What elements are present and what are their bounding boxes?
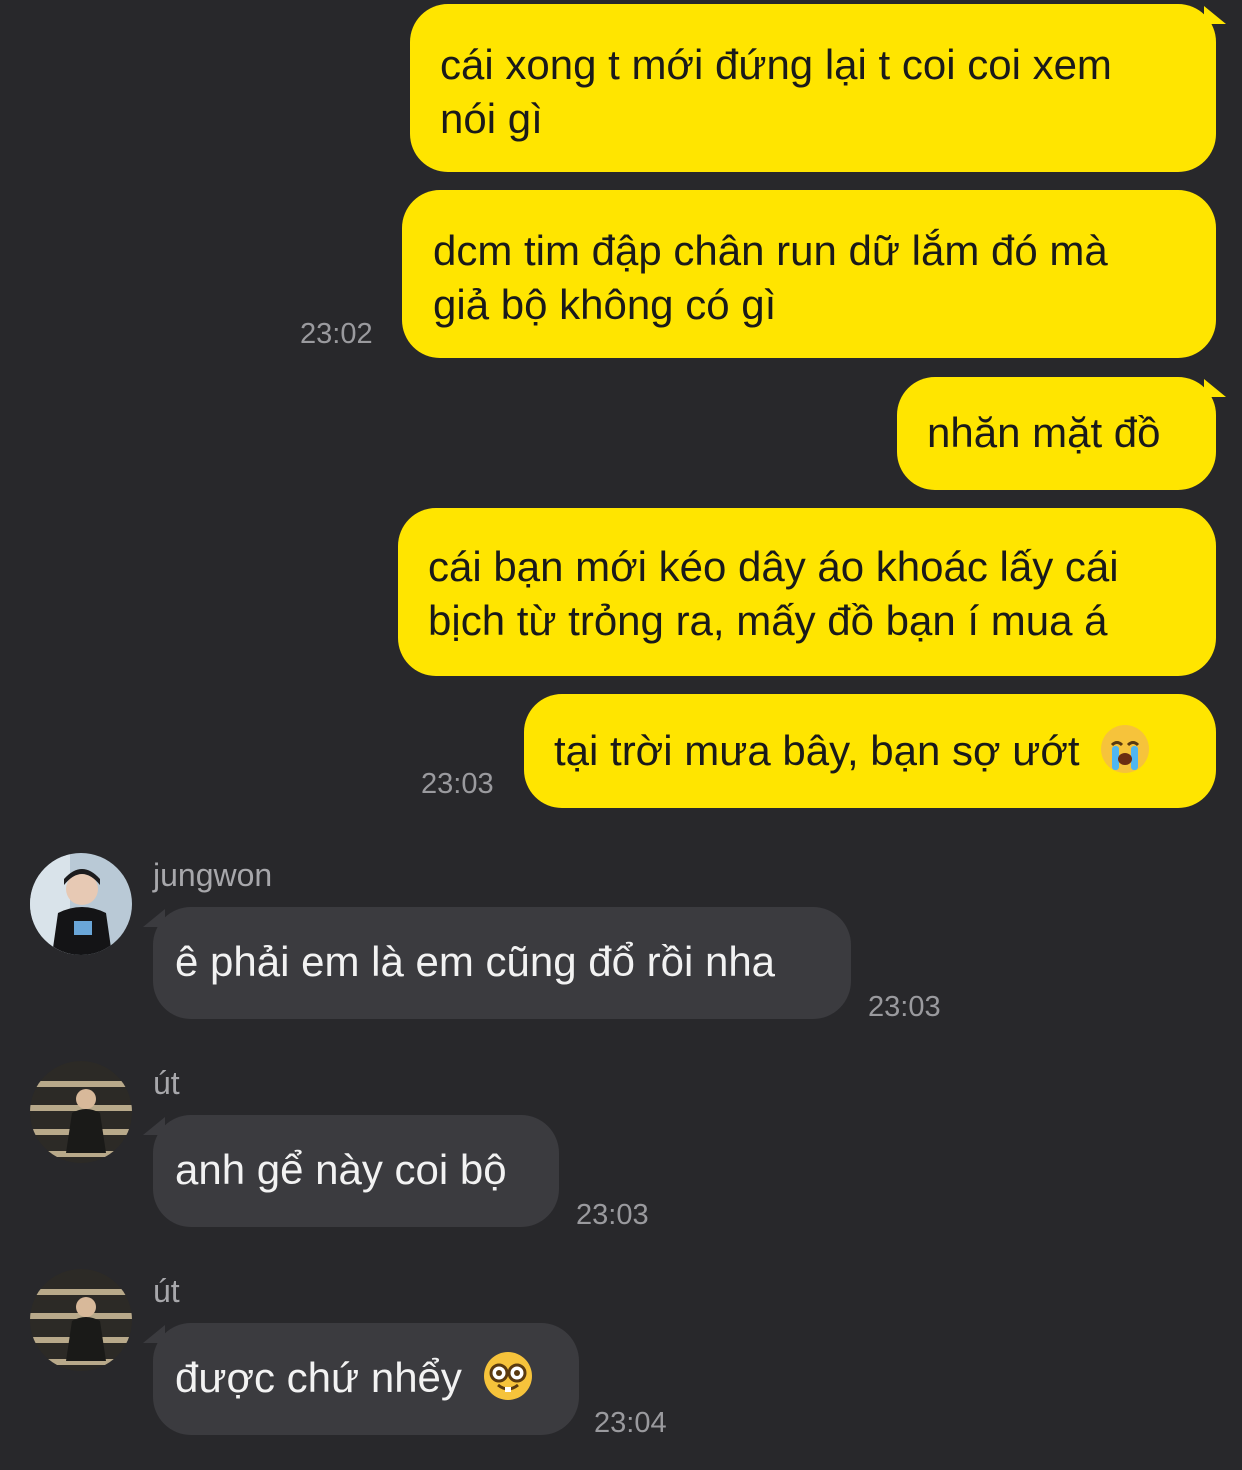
bubble-tail xyxy=(1204,379,1226,397)
sender-avatar[interactable] xyxy=(30,853,132,955)
outgoing-message-bubble[interactable]: tại trời mưa bây, bạn sợ ướt xyxy=(524,694,1216,808)
message-timestamp: 23:03 xyxy=(868,991,941,1023)
message-text-line: cái bạn mới kéo dây áo khoác lấy cái xyxy=(428,543,1119,590)
message-text: anh gể này coi bộ xyxy=(175,1146,507,1193)
bubble-tail xyxy=(1204,6,1226,24)
sender-name: út xyxy=(153,1065,180,1101)
message-timestamp: 23:03 xyxy=(576,1199,649,1231)
incoming-message-bubble[interactable]: được chứ nhểy xyxy=(153,1323,579,1435)
outgoing-message-bubble[interactable]: dcm tim đập chân run dữ lắm đó mà giả bộ… xyxy=(402,190,1216,358)
message-text: ê phải em là em cũng đổ rồi nha xyxy=(175,938,776,985)
message-timestamp: 23:04 xyxy=(594,1407,667,1439)
message-text: tại trời mưa bây, bạn sợ ướt xyxy=(554,727,1080,774)
message-text-line: dcm tim đập chân run dữ lắm đó mà xyxy=(433,227,1108,274)
loudly-crying-face-icon xyxy=(1101,725,1150,773)
sender-name: jungwon xyxy=(153,857,273,893)
bubble-tail xyxy=(143,1325,165,1343)
nerd-face-icon xyxy=(483,1352,532,1400)
incoming-message-bubble[interactable]: anh gể này coi bộ xyxy=(153,1115,559,1227)
sender-avatar[interactable] xyxy=(30,1061,132,1163)
message-timestamp: 23:03 xyxy=(421,768,494,800)
outgoing-message-bubble[interactable]: cái xong t mới đứng lại t coi coi xem nó… xyxy=(410,4,1216,172)
bubble-tail xyxy=(143,909,165,927)
message-text: được chứ nhểy xyxy=(175,1354,462,1401)
message-text-line: nói gì xyxy=(440,95,543,142)
message-text: nhăn mặt đồ xyxy=(927,409,1161,456)
message-text-line: bịch từ trỏng ra, mấy đồ bạn í mua á xyxy=(428,597,1108,644)
message-text-line: giả bộ không có gì xyxy=(433,281,777,328)
sender-name: út xyxy=(153,1273,180,1309)
outgoing-message-bubble[interactable]: cái bạn mới kéo dây áo khoác lấy cái bịc… xyxy=(398,508,1216,676)
message-text-line: cái xong t mới đứng lại t coi coi xem xyxy=(440,41,1112,88)
outgoing-message-bubble[interactable]: nhăn mặt đồ xyxy=(897,377,1216,490)
sender-avatar[interactable] xyxy=(30,1269,132,1371)
bubble-tail xyxy=(143,1117,165,1135)
incoming-message-bubble[interactable]: ê phải em là em cũng đổ rồi nha xyxy=(153,907,851,1019)
message-timestamp: 23:02 xyxy=(300,318,373,350)
